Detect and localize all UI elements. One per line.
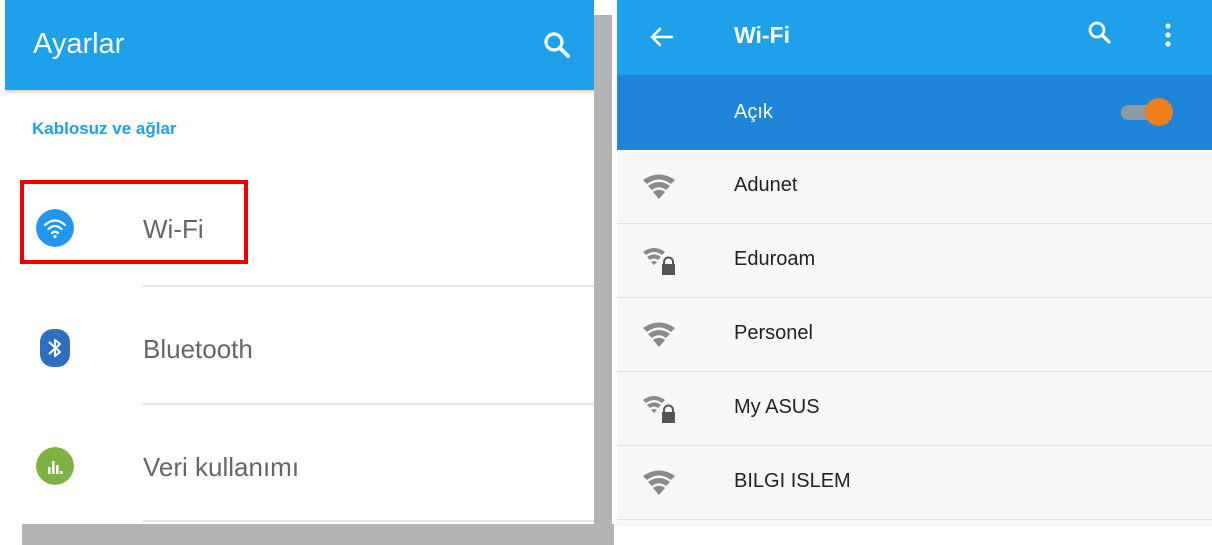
- wifi-screen: Wi-Fi Açık Adunet Eduroam Personel My AS…: [617, 0, 1212, 527]
- network-name: Eduroam: [734, 248, 816, 270]
- search-icon[interactable]: [541, 29, 573, 61]
- settings-title: Ayarlar: [33, 28, 125, 60]
- network-name: My ASUS: [734, 396, 820, 418]
- network-name: Adunet: [734, 174, 798, 196]
- wifi-signal-icon: [643, 322, 675, 347]
- divider: [143, 520, 594, 522]
- network-item[interactable]: My ASUS: [617, 372, 1212, 446]
- network-item[interactable]: Eduroam: [617, 224, 1212, 298]
- wifi-app-bar: Wi-Fi: [617, 0, 1212, 75]
- wifi-signal-icon: [643, 174, 675, 199]
- wifi-signal-locked-icon: [643, 396, 675, 423]
- settings-item-label: Veri kullanımı: [143, 452, 300, 482]
- network-item[interactable]: BILGI ISLEM: [617, 446, 1212, 520]
- data-usage-icon: [36, 447, 74, 485]
- wifi-master-switch-row[interactable]: Açık: [617, 75, 1212, 150]
- search-icon[interactable]: [1085, 18, 1115, 48]
- wifi-signal-locked-icon: [643, 248, 675, 275]
- network-name: BILGI ISLEM: [734, 470, 851, 492]
- bluetooth-icon: [40, 329, 70, 367]
- wifi-title: Wi-Fi: [734, 22, 790, 48]
- divider: [143, 285, 594, 287]
- settings-app-bar: Ayarlar: [5, 0, 594, 90]
- settings-item-label: Bluetooth: [143, 334, 253, 364]
- more-options-icon[interactable]: [1162, 20, 1174, 50]
- settings-item-data-usage[interactable]: Veri kullanımı: [5, 406, 594, 524]
- network-item[interactable]: Personel: [617, 298, 1212, 372]
- network-item[interactable]: Adunet: [617, 150, 1212, 224]
- panel-shadow: [594, 15, 612, 525]
- panel-shadow: [22, 524, 614, 545]
- network-name: Personel: [734, 322, 813, 344]
- wifi-switch-label: Açık: [734, 101, 773, 123]
- divider: [617, 519, 1212, 520]
- wifi-highlight-box: [20, 180, 248, 264]
- settings-item-bluetooth[interactable]: Bluetooth: [5, 288, 594, 406]
- section-header-wireless: Kablosuz ve ağlar: [32, 119, 177, 138]
- wifi-toggle-knob[interactable]: [1145, 98, 1173, 126]
- settings-screen: Ayarlar Kablosuz ve ağlar Wi-Fi Bluetoot…: [5, 0, 594, 524]
- divider: [143, 403, 594, 405]
- back-arrow-icon[interactable]: [647, 22, 677, 52]
- wifi-signal-icon: [643, 470, 675, 495]
